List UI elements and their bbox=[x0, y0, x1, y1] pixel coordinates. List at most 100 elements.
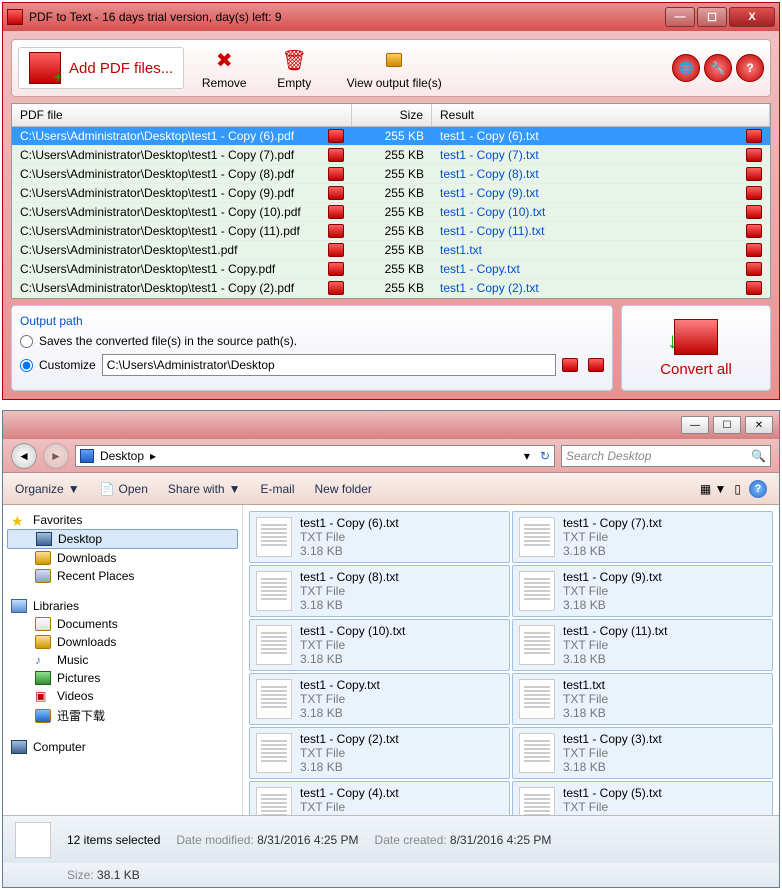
close-button[interactable]: X bbox=[729, 7, 775, 27]
table-row[interactable]: C:\Users\Administrator\Desktop\test1 - C… bbox=[12, 184, 770, 203]
output-path-input[interactable] bbox=[102, 354, 556, 376]
computer-group[interactable]: Computer bbox=[7, 738, 238, 756]
breadcrumb-arrow-icon[interactable]: ▸ bbox=[150, 449, 156, 463]
nav-documents[interactable]: Documents bbox=[7, 615, 238, 633]
file-tile[interactable]: test1 - Copy (3).txtTXT File3.18 KB bbox=[512, 727, 773, 779]
file-tile[interactable]: test1 - Copy (4).txtTXT File3.18 KB bbox=[249, 781, 510, 815]
nav-xunlei[interactable]: 迅雷下载 bbox=[7, 705, 238, 726]
table-row[interactable]: C:\Users\Administrator\Desktop\test1 - C… bbox=[12, 279, 770, 298]
back-button[interactable]: ◄ bbox=[11, 443, 37, 469]
minimize-button[interactable]: — bbox=[681, 416, 709, 434]
table-row[interactable]: C:\Users\Administrator\Desktop\test1 - C… bbox=[12, 222, 770, 241]
close-button[interactable]: ✕ bbox=[745, 416, 773, 434]
open-result-icon[interactable] bbox=[746, 148, 762, 162]
open-source-icon[interactable] bbox=[328, 224, 344, 238]
settings-button[interactable]: 🔧 bbox=[704, 54, 732, 82]
open-result-icon[interactable] bbox=[746, 129, 762, 143]
refresh-icon[interactable]: ↻ bbox=[540, 449, 550, 463]
file-tile[interactable]: test1.txtTXT File3.18 KB bbox=[512, 673, 773, 725]
view-output-button[interactable]: View output file(s) bbox=[334, 46, 454, 90]
table-row[interactable]: C:\Users\Administrator\Desktop\test1.pdf… bbox=[12, 241, 770, 260]
result-link[interactable]: test1 - Copy (9).txt bbox=[440, 186, 539, 200]
explorer-titlebar[interactable]: — ☐ ✕ bbox=[3, 411, 779, 439]
libraries-group[interactable]: Libraries bbox=[7, 597, 238, 615]
nav-videos[interactable]: ▣Videos bbox=[7, 687, 238, 705]
result-link[interactable]: test1 - Copy (8).txt bbox=[440, 167, 539, 181]
search-icon[interactable]: 🔍 bbox=[751, 449, 766, 463]
file-tile[interactable]: test1 - Copy.txtTXT File3.18 KB bbox=[249, 673, 510, 725]
file-tile[interactable]: test1 - Copy (2).txtTXT File3.18 KB bbox=[249, 727, 510, 779]
nav-downloads2[interactable]: Downloads bbox=[7, 633, 238, 651]
content-pane[interactable]: test1 - Copy (6).txtTXT File3.18 KBtest1… bbox=[243, 505, 779, 815]
help-button[interactable]: ? bbox=[736, 54, 764, 82]
open-result-icon[interactable] bbox=[746, 243, 762, 257]
favorites-group[interactable]: ★Favorites bbox=[7, 511, 238, 529]
table-row[interactable]: C:\Users\Administrator\Desktop\test1 - C… bbox=[12, 260, 770, 279]
col-result[interactable]: Result bbox=[432, 104, 770, 126]
convert-all-button[interactable]: Convert all bbox=[621, 305, 771, 391]
nav-downloads[interactable]: Downloads bbox=[7, 549, 238, 567]
file-tile[interactable]: test1 - Copy (5).txtTXT File3.18 KB bbox=[512, 781, 773, 815]
nav-pictures[interactable]: Pictures bbox=[7, 669, 238, 687]
open-source-icon[interactable] bbox=[328, 148, 344, 162]
breadcrumb[interactable]: Desktop bbox=[100, 449, 144, 463]
open-source-icon[interactable] bbox=[328, 243, 344, 257]
file-tile[interactable]: test1 - Copy (10).txtTXT File3.18 KB bbox=[249, 619, 510, 671]
open-source-icon[interactable] bbox=[328, 205, 344, 219]
file-tile[interactable]: test1 - Copy (11).txtTXT File3.18 KB bbox=[512, 619, 773, 671]
open-source-icon[interactable] bbox=[328, 186, 344, 200]
empty-button[interactable]: 🗑 Empty bbox=[264, 46, 324, 90]
table-row[interactable]: C:\Users\Administrator\Desktop\test1 - C… bbox=[12, 203, 770, 222]
result-link[interactable]: test1 - Copy (2).txt bbox=[440, 281, 539, 295]
add-pdf-button[interactable]: Add PDF files... bbox=[18, 47, 184, 89]
result-link[interactable]: test1 - Copy (11).txt bbox=[440, 224, 544, 238]
organize-menu[interactable]: Organize ▼ bbox=[15, 482, 80, 496]
maximize-button[interactable]: ☐ bbox=[713, 416, 741, 434]
preview-pane-icon[interactable]: ▯ bbox=[734, 482, 741, 496]
file-tile[interactable]: test1 - Copy (7).txtTXT File3.18 KB bbox=[512, 511, 773, 563]
save-source-radio[interactable] bbox=[20, 335, 33, 348]
nav-music[interactable]: ♪Music bbox=[7, 651, 238, 669]
nav-recent[interactable]: Recent Places bbox=[7, 567, 238, 585]
new-folder-button[interactable]: New folder bbox=[315, 482, 372, 496]
file-tile[interactable]: test1 - Copy (9).txtTXT File3.18 KB bbox=[512, 565, 773, 617]
help-icon[interactable]: ? bbox=[749, 480, 767, 498]
address-dropdown-icon[interactable]: ▾ bbox=[524, 449, 530, 463]
file-tile[interactable]: test1 - Copy (6).txtTXT File3.18 KB bbox=[249, 511, 510, 563]
open-result-icon[interactable] bbox=[746, 205, 762, 219]
open-source-icon[interactable] bbox=[328, 262, 344, 276]
result-link[interactable]: test1 - Copy (7).txt bbox=[440, 148, 539, 162]
open-result-icon[interactable] bbox=[746, 167, 762, 181]
result-link[interactable]: test1.txt bbox=[440, 243, 482, 257]
titlebar[interactable]: PDF to Text - 16 days trial version, day… bbox=[3, 3, 779, 31]
open-source-icon[interactable] bbox=[328, 129, 344, 143]
nav-desktop[interactable]: Desktop bbox=[7, 529, 238, 549]
address-bar[interactable]: Desktop ▸ ▾ ↻ bbox=[75, 445, 555, 467]
result-link[interactable]: test1 - Copy.txt bbox=[440, 262, 520, 276]
open-result-icon[interactable] bbox=[746, 224, 762, 238]
maximize-button[interactable]: ☐ bbox=[697, 7, 727, 27]
result-link[interactable]: test1 - Copy (10).txt bbox=[440, 205, 545, 219]
table-row[interactable]: C:\Users\Administrator\Desktop\test1 - C… bbox=[12, 165, 770, 184]
email-button[interactable]: E-mail bbox=[261, 482, 295, 496]
table-row[interactable]: C:\Users\Administrator\Desktop\test1 - C… bbox=[12, 127, 770, 146]
open-button[interactable]: 📄Open bbox=[100, 482, 148, 496]
table-row[interactable]: C:\Users\Administrator\Desktop\test1 - C… bbox=[12, 146, 770, 165]
share-menu[interactable]: Share with ▼ bbox=[168, 482, 241, 496]
open-folder-icon[interactable] bbox=[588, 358, 604, 372]
customize-radio[interactable] bbox=[20, 359, 33, 372]
result-link[interactable]: test1 - Copy (6).txt bbox=[440, 129, 539, 143]
forward-button[interactable]: ► bbox=[43, 443, 69, 469]
web-button[interactable]: 🌐 bbox=[672, 54, 700, 82]
open-result-icon[interactable] bbox=[746, 186, 762, 200]
file-tile[interactable]: test1 - Copy (8).txtTXT File3.18 KB bbox=[249, 565, 510, 617]
remove-button[interactable]: ✖ Remove bbox=[194, 46, 254, 90]
open-result-icon[interactable] bbox=[746, 281, 762, 295]
open-source-icon[interactable] bbox=[328, 167, 344, 181]
browse-folder-icon[interactable] bbox=[562, 358, 578, 372]
open-source-icon[interactable] bbox=[328, 281, 344, 295]
open-result-icon[interactable] bbox=[746, 262, 762, 276]
col-file[interactable]: PDF file bbox=[12, 104, 352, 126]
search-box[interactable]: Search Desktop 🔍 bbox=[561, 445, 771, 467]
grid-body[interactable]: C:\Users\Administrator\Desktop\test1 - C… bbox=[12, 127, 770, 298]
